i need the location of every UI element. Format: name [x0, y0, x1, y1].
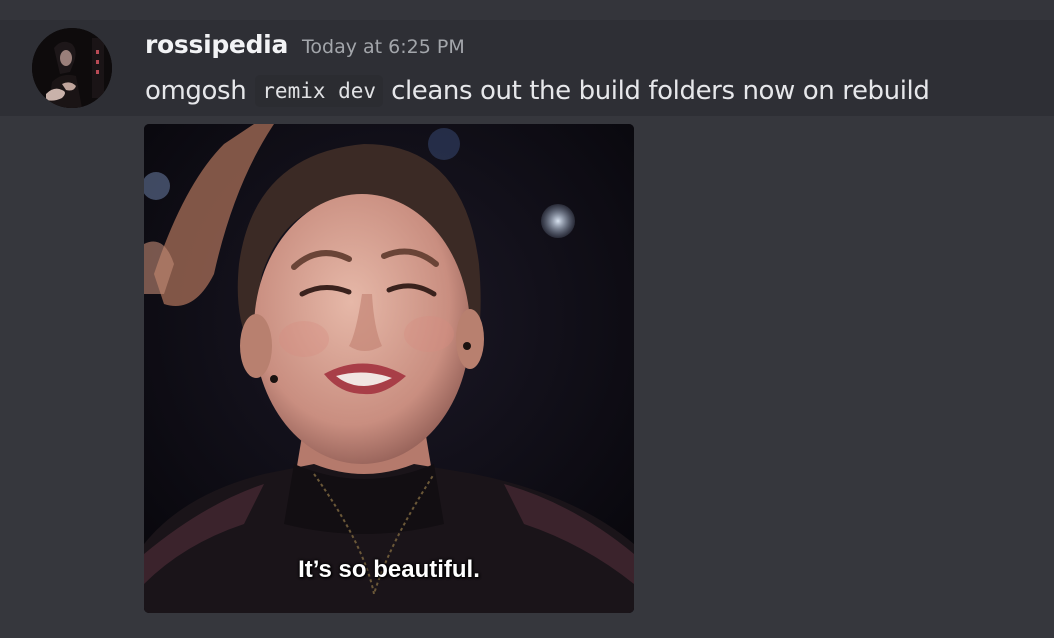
avatar[interactable]	[32, 28, 112, 108]
message-header: rossipedia Today at 6:25 PM	[145, 30, 465, 64]
username[interactable]: rossipedia	[145, 30, 288, 59]
gif-attachment[interactable]: It’s so beautiful.	[144, 124, 634, 613]
inline-code: remix dev	[255, 75, 384, 107]
gif-image	[144, 124, 634, 613]
avatar-image	[32, 28, 112, 108]
message-text-after: cleans out the build folders now on rebu…	[391, 76, 930, 106]
message-content: omgosh remix dev cleans out the build fo…	[145, 72, 930, 110]
timestamp[interactable]: Today at 6:25 PM	[302, 36, 465, 58]
gif-caption: It’s so beautiful.	[298, 556, 480, 583]
channel-top-strip	[0, 0, 1054, 20]
message-text-before: omgosh	[145, 76, 247, 106]
